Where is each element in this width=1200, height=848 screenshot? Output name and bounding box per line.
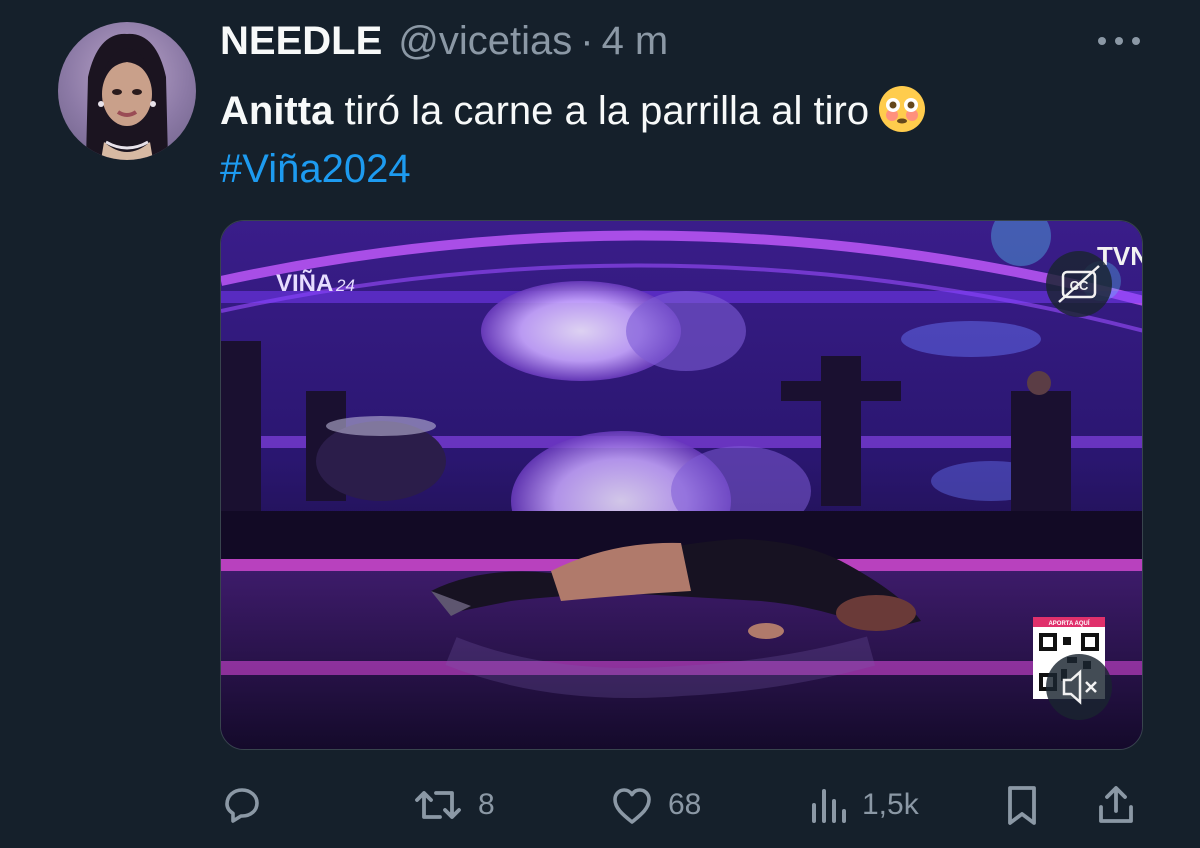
tweet-text: Anitta tiró la carne a la parrilla al ti… <box>220 82 927 198</box>
bookmark-icon <box>1008 786 1036 825</box>
tweet-header: NEEDLE @vicetias · 4 m <box>220 18 668 64</box>
heart-icon <box>613 788 651 824</box>
vina-logo-year: 24 <box>335 276 355 295</box>
share-icon <box>1099 786 1133 823</box>
reply-button[interactable] <box>218 770 266 840</box>
views-count: 1,5k <box>862 788 919 821</box>
more-options-icon[interactable] <box>1094 26 1144 56</box>
bookmark-button[interactable] <box>998 770 1046 840</box>
avatar[interactable] <box>58 22 196 160</box>
vina-logo: VIÑA <box>276 269 333 297</box>
separator-dot: · <box>580 19 594 63</box>
mention-bold: Anitta <box>220 89 334 133</box>
views-icon <box>812 789 846 823</box>
user-handle[interactable]: @vicetias <box>398 18 572 64</box>
hashtag-link[interactable]: #Viña2024 <box>220 140 927 198</box>
reply-icon <box>225 788 259 823</box>
like-button[interactable]: 68 <box>608 770 701 840</box>
views-button[interactable]: 1,5k <box>806 770 919 840</box>
share-button[interactable] <box>1092 770 1140 840</box>
mute-button[interactable] <box>1046 654 1112 720</box>
closed-captions-button[interactable]: CC <box>1046 251 1112 317</box>
timestamp[interactable]: 4 m <box>602 18 669 64</box>
retweet-icon <box>415 791 461 819</box>
video-media[interactable]: VIÑA 24 TVN CC APORTA AQUÍ <box>220 220 1143 750</box>
retweet-button[interactable]: 8 <box>410 770 495 840</box>
display-name[interactable]: NEEDLE <box>220 18 382 64</box>
flushed-face-emoji-icon <box>877 84 927 134</box>
like-count: 68 <box>668 788 702 821</box>
tweet-actions: 8 68 1,5k <box>0 770 1200 840</box>
retweet-count: 8 <box>478 788 495 821</box>
tweet-body: tiró la carne a la parrilla al tiro <box>333 89 870 133</box>
qr-label: APORTA AQUÍ <box>1048 619 1089 627</box>
